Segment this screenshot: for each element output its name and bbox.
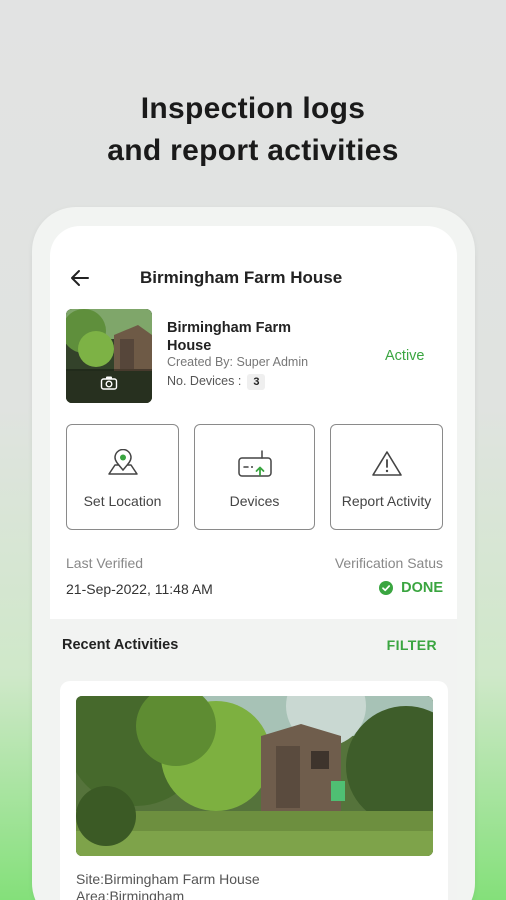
camera-icon[interactable] bbox=[100, 375, 118, 391]
promo-headline: Inspection logs and report activities bbox=[0, 88, 506, 172]
last-verified-label: Last Verified bbox=[66, 555, 144, 571]
location-pin-icon bbox=[106, 448, 140, 484]
verification-status-value: DONE bbox=[401, 580, 443, 596]
app-bar: Birmingham Farm House bbox=[50, 262, 457, 294]
verification-status-label: Verification Satus bbox=[334, 555, 443, 571]
activity-site: Site:Birmingham Farm House bbox=[76, 871, 260, 887]
property-thumbnail[interactable] bbox=[66, 309, 152, 403]
created-by-text: Created By: Super Admin bbox=[167, 355, 309, 369]
action-label: Devices bbox=[229, 493, 280, 509]
verification-status: DONE bbox=[379, 580, 443, 596]
page-title: Birmingham Farm House bbox=[140, 268, 343, 287]
action-label: Set Location bbox=[83, 493, 162, 509]
devices-count-label: No. Devices : bbox=[167, 374, 242, 388]
status-badge: Active bbox=[385, 348, 425, 364]
headline-line-2: and report activities bbox=[107, 134, 399, 167]
recent-activities-title: Recent Activities bbox=[62, 637, 179, 653]
headline-line-1: Inspection logs bbox=[140, 92, 366, 125]
property-name: Birmingham Farm House bbox=[167, 320, 292, 354]
router-device-icon bbox=[236, 449, 274, 486]
set-location-button[interactable]: Set Location bbox=[66, 424, 179, 530]
check-circle-icon bbox=[379, 581, 394, 595]
activity-area: Area:Birmingham bbox=[76, 888, 185, 900]
devices-count-row: No. Devices : 3 bbox=[167, 374, 266, 390]
devices-count-badge: 3 bbox=[247, 374, 266, 390]
report-activity-button[interactable]: Report Activity bbox=[330, 424, 443, 530]
arrow-left-icon[interactable] bbox=[66, 264, 94, 292]
activity-card[interactable]: Site:Birmingham Farm House Area:Birmingh… bbox=[60, 681, 448, 900]
warning-triangle-icon bbox=[371, 449, 403, 482]
last-verified-value: 21-Sep-2022, 11:48 AM bbox=[66, 581, 213, 597]
action-label: Report Activity bbox=[341, 493, 432, 509]
app-screen: Birmingham Farm House Birmingham Farm Ho… bbox=[50, 226, 457, 900]
activity-photo bbox=[76, 696, 433, 856]
filter-button[interactable]: FILTER bbox=[387, 637, 437, 653]
devices-button[interactable]: Devices bbox=[194, 424, 315, 530]
